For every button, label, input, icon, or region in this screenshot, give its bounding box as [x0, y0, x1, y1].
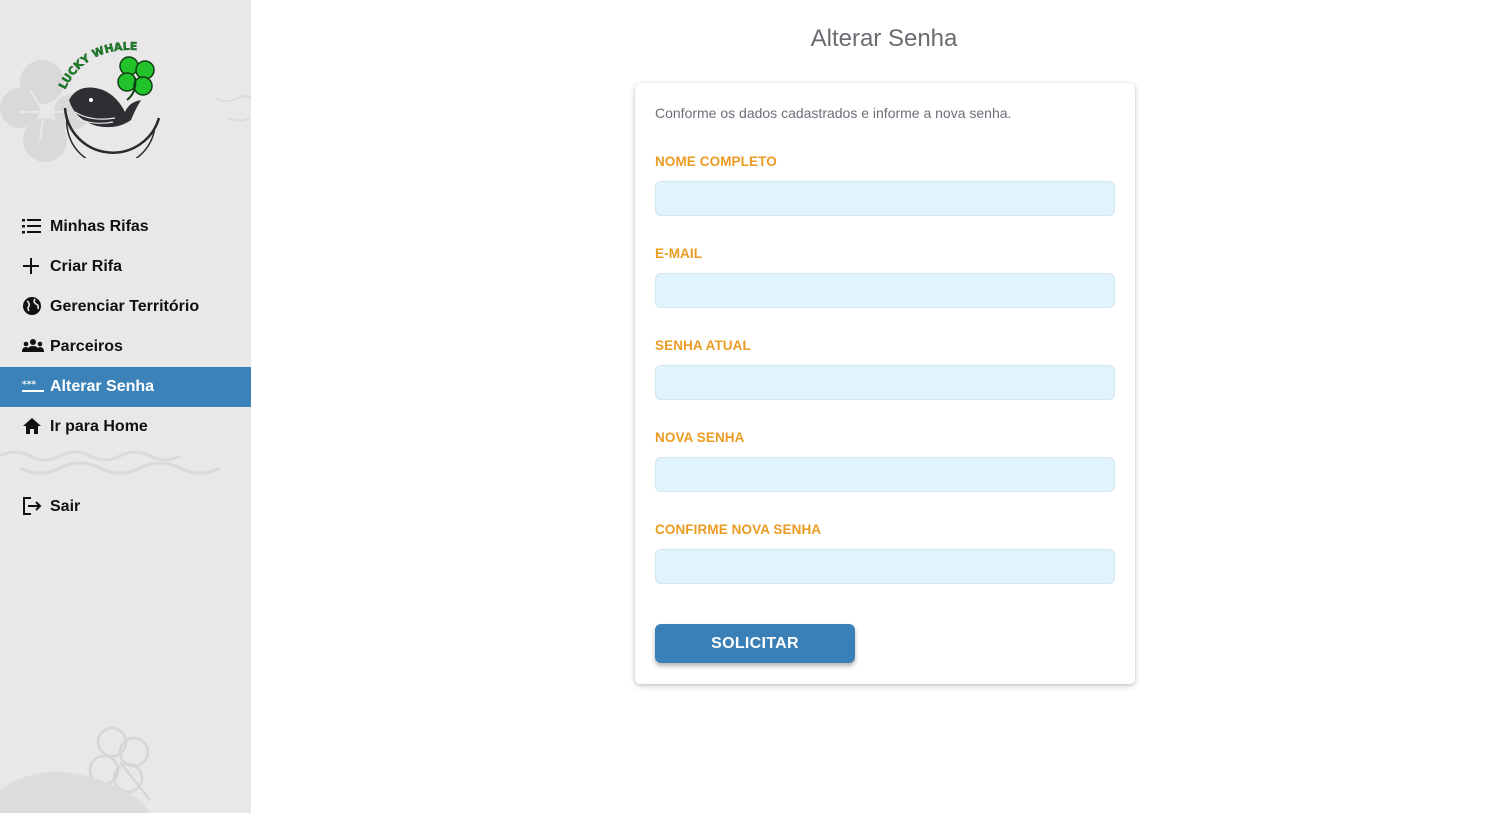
plus-icon [22, 255, 44, 277]
new-password-label: NOVA SENHA [655, 430, 745, 445]
new-password-field[interactable] [655, 457, 1115, 492]
full-name-field[interactable] [655, 181, 1115, 216]
sidebar-nav: Minhas Rifas Criar Rifa Gerenciar Territ… [0, 207, 251, 527]
sidebar-item-label: Sair [50, 498, 81, 515]
sidebar-item-minhas-rifas[interactable]: Minhas Rifas [0, 207, 251, 247]
password-icon: *** [22, 375, 44, 397]
full-name-label: NOME COMPLETO [655, 154, 777, 169]
sidebar-item-label: Minhas Rifas [50, 218, 149, 235]
lucky-whale-logo: LUCKY WHALE [56, 40, 161, 158]
confirm-password-field[interactable] [655, 549, 1115, 584]
sidebar-item-label: Alterar Senha [50, 378, 155, 395]
globe-icon [22, 295, 44, 317]
sidebar-item-sair[interactable]: Sair [0, 487, 251, 527]
sidebar-item-alterar-senha[interactable]: *** Alterar Senha [0, 367, 251, 407]
sidebar-item-gerenciar-territorio[interactable]: Gerenciar Território [0, 287, 251, 327]
email-label: E-MAIL [655, 246, 703, 261]
change-password-form: Conforme os dados cadastrados e informe … [635, 83, 1135, 684]
sidebar-item-ir-para-home[interactable]: Ir para Home [0, 407, 251, 447]
logout-icon [22, 495, 44, 517]
list-icon [22, 215, 44, 237]
sidebar-item-criar-rifa[interactable]: Criar Rifa [0, 247, 251, 287]
sidebar-item-parceiros[interactable]: Parceiros [0, 327, 251, 367]
confirm-password-label: CONFIRME NOVA SENHA [655, 522, 822, 537]
svg-text:***: *** [22, 380, 36, 390]
main-content: Alterar Senha Conforme os dados cadastra… [251, 0, 1501, 813]
home-icon [22, 415, 44, 437]
people-icon [22, 335, 44, 357]
sidebar-item-label: Criar Rifa [50, 258, 123, 275]
sidebar-item-label: Ir para Home [50, 418, 148, 435]
page-title: Alterar Senha [810, 25, 958, 52]
email-field[interactable] [655, 273, 1115, 308]
current-password-label: SENHA ATUAL [655, 338, 751, 353]
sidebar: LUCKY WHALE Minhas Rifas Criar Rifa Gere… [0, 0, 251, 813]
submit-button[interactable]: SOLICITAR [655, 624, 855, 663]
current-password-field[interactable] [655, 365, 1115, 400]
form-intro: Conforme os dados cadastrados e informe … [655, 105, 1012, 121]
sidebar-item-label: Parceiros [50, 338, 123, 355]
sidebar-item-label: Gerenciar Território [50, 298, 200, 315]
